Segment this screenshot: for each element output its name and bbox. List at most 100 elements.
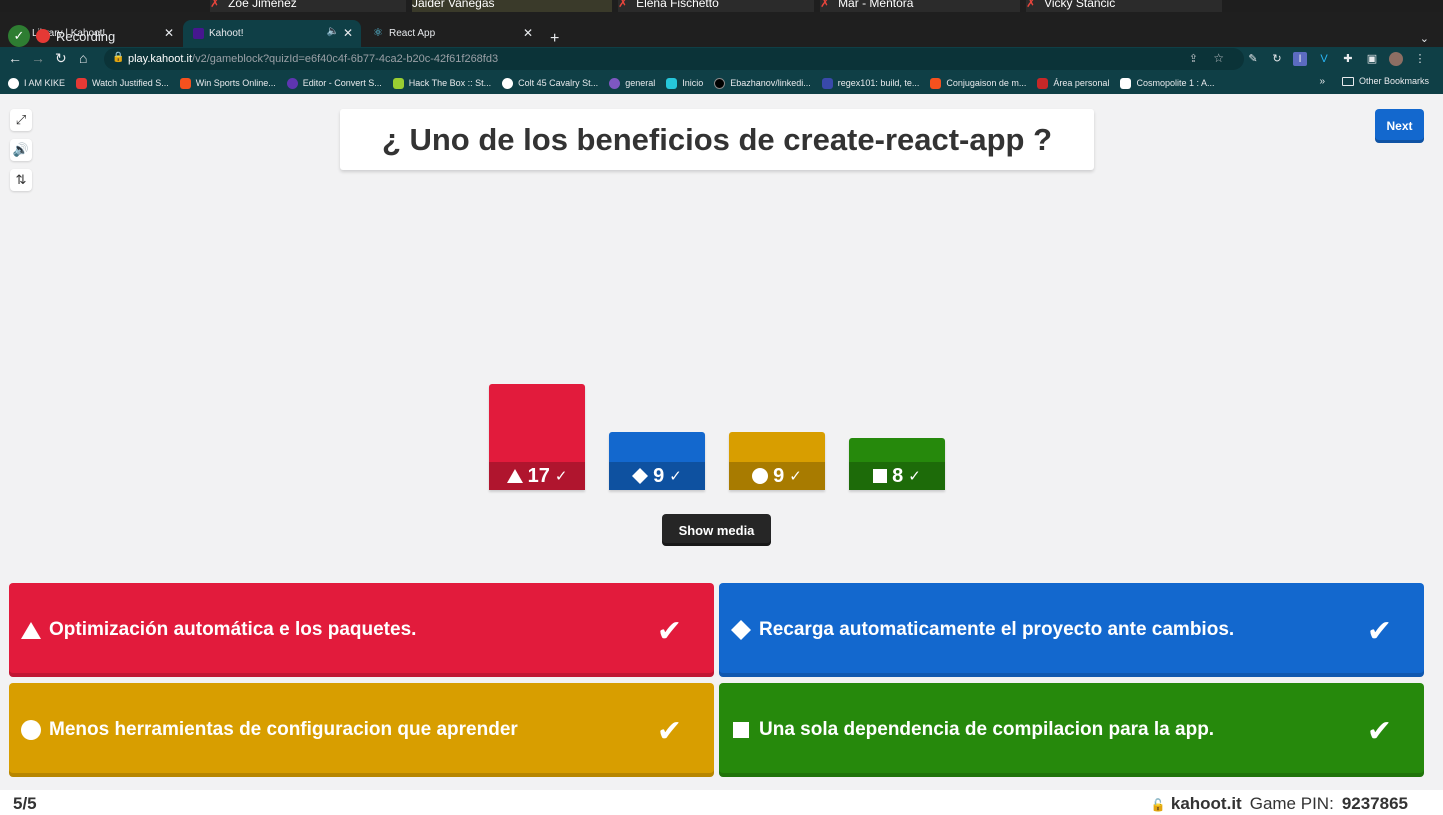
github-icon [714,77,726,89]
bookmark-item[interactable]: Hack The Box :: St... [392,77,491,89]
lock-icon[interactable]: 🔓 [1151,798,1166,812]
refresh-extension-icon[interactable]: ↻ [1270,52,1284,66]
speaker-icon[interactable]: 🔊 [10,139,32,161]
forward-arrow-icon[interactable]: → [31,50,45,66]
show-media-button[interactable]: Show media [662,514,771,546]
result-bar-footer: 9 ✓ [609,462,705,490]
check-icon: ✔ [1366,615,1392,648]
check-icon: ✓ [908,468,921,485]
pen-extension-icon[interactable]: ✎ [1246,52,1260,66]
check-icon: ✓ [789,468,802,485]
triangle-icon [21,620,41,640]
sidepanel-icon[interactable]: ▣ [1365,52,1379,66]
bookmark-item[interactable]: Colt 45 Cavalry St... [502,77,599,89]
tab-kahoot[interactable]: Kahoot! 🔈 ✕ [183,20,361,47]
bookmark-label: Editor - Convert S... [302,78,382,88]
bookmark-label: Área personal [1053,78,1110,88]
circle-icon [21,720,41,740]
chevron-down-icon[interactable]: ⌄ [1420,32,1429,45]
answer-tile-circle[interactable]: Menos herramientas de configuracion que … [9,683,714,777]
vimeo-extension-icon[interactable]: V [1317,52,1331,66]
bookmark-favicon-icon [821,77,833,89]
kahoot-favicon-icon [193,28,204,39]
game-pin-area: 🔓 kahoot.it Game PIN: 9237865 [1151,794,1408,814]
bookmark-item[interactable]: general [609,77,655,89]
answer-tile-triangle[interactable]: Optimización automática e los paquetes. … [9,583,714,677]
other-bookmarks-label: Other Bookmarks [1358,76,1429,86]
back-arrow-icon[interactable]: ← [8,50,22,66]
other-bookmarks-folder[interactable]: Other Bookmarks [1341,76,1429,86]
answer-tile-square[interactable]: Una sola dependencia de compilacion para… [719,683,1424,777]
next-button[interactable]: Next [1375,109,1424,143]
bookmarks-overflow-icon[interactable]: » [1319,76,1325,87]
shield-check-icon: ✓ [8,25,30,47]
bookmark-favicon-icon [609,77,621,89]
bookmark-item[interactable]: Editor - Convert S... [286,77,382,89]
triangle-icon [506,469,523,483]
game-footer: 5/5 🔓 kahoot.it Game PIN: 9237865 [0,790,1443,815]
share-icon[interactable]: ⇪ [1189,52,1198,65]
address-bar-row: ← → ↻ ⌂ 🔒 play.kahoot.it/v2/gameblock?qu… [0,47,1443,72]
participant-tile[interactable]: Jaider Vanegas [412,0,612,12]
bookmark-item[interactable]: regex101: build, te... [821,77,919,89]
bookmark-label: Win Sports Online... [195,78,276,88]
answer-text: Optimización automática e los paquetes. [49,619,417,640]
tab-label: React App [389,28,436,39]
tab-react-app[interactable]: ⚛ React App ✕ [363,20,541,47]
profile-avatar[interactable] [1389,52,1403,66]
il-extension-icon[interactable]: I [1293,52,1307,66]
bookmark-item[interactable]: I AM KIKE [8,77,65,89]
bookmark-item[interactable]: Cosmopolite 1 : A... [1120,77,1215,89]
bookmarks-bar: I AM KIKE Watch Justified S... Win Sport… [0,72,1443,94]
check-icon: ✔ [1366,715,1392,748]
fullscreen-icon[interactable]: ⤢ [10,109,32,131]
participant-tile[interactable]: ✗ Zoe Jimenez [210,0,406,12]
answer-text: Una sola dependencia de compilacion para… [759,719,1215,740]
bookmark-label: Colt 45 Cavalry St... [518,78,599,88]
answer-text: Menos herramientas de configuracion que … [49,719,518,740]
reload-icon[interactable]: ↻ [55,50,67,67]
check-icon: ✓ [669,468,682,485]
kebab-menu-icon[interactable]: ⋮ [1413,52,1427,66]
participant-name: Jaider Vanegas [412,0,495,10]
bookmark-item[interactable]: Ebazhanov/linkedi... [714,77,811,89]
browser-tab-bar: Library | Kahoot! ✕ Kahoot! 🔈 ✕ ⚛ React … [0,12,1443,47]
speaker-icon[interactable]: 🔈 [327,26,339,37]
folder-icon [1341,76,1354,86]
game-pin-value: 9237865 [1341,794,1408,813]
result-count: 9 [653,464,665,487]
bookmark-favicon-icon [8,77,19,89]
participant-tile[interactable]: ✗ Elena Fischetto [618,0,814,12]
diamond-icon [632,468,649,484]
bookmark-item[interactable]: Inicio [666,77,703,89]
home-icon[interactable]: ⌂ [79,50,87,66]
settings-sliders-icon[interactable]: ⇅ [10,169,32,191]
video-participants-strip: ✗ Zoe Jimenez Jaider Vanegas ✗ Elena Fisch… [0,0,1443,12]
new-tab-plus-icon[interactable]: + [550,30,559,48]
question-counter: 5/5 [13,794,37,813]
puzzle-extension-icon[interactable]: ✚ [1341,52,1355,66]
answer-tile-diamond[interactable]: Recarga automaticamente el proyecto ante… [719,583,1424,677]
bookmark-label: Conjugaison de m... [946,78,1027,88]
close-icon[interactable]: ✕ [343,26,353,40]
answer-text: Recarga automaticamente el proyecto ante… [759,619,1235,640]
close-icon[interactable]: ✕ [523,26,533,40]
bookmark-item[interactable]: Watch Justified S... [76,77,169,89]
bookmark-item[interactable]: Conjugaison de m... [930,77,1027,89]
bookmark-item[interactable]: Win Sports Online... [179,77,276,89]
tab-label: Kahoot! [209,28,244,39]
result-bar-triangle: 17 ✓ [489,384,585,490]
square-icon [873,469,888,483]
bookmark-favicon-icon [1120,77,1132,89]
bookmark-label: Ebazhanov/linkedi... [730,78,811,88]
star-icon[interactable]: ☆ [1213,51,1224,65]
url-field[interactable]: 🔒 play.kahoot.it/v2/gameblock?quizId=e6f… [104,48,1244,70]
bookmark-item[interactable]: Área personal [1037,77,1110,89]
participant-tile[interactable]: ✗ Vicky Stancic [1026,0,1222,12]
close-icon[interactable]: ✕ [164,26,174,40]
result-bar-footer: 9 ✓ [729,462,825,490]
bookmark-favicon-icon [392,77,404,89]
participant-tile[interactable]: ✗ Mar - Mentora [820,0,1020,12]
bookmark-favicon-icon [930,77,942,89]
game-pin-label: Game PIN: [1249,794,1334,813]
